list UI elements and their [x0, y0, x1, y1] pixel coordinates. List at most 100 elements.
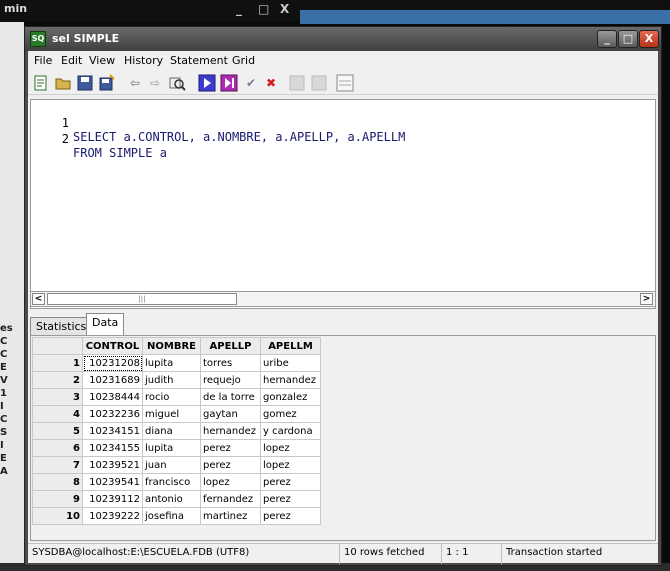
save-as-icon[interactable]: [98, 74, 116, 92]
table-cell-apellp[interactable]: perez: [200, 456, 261, 474]
column-header-apellp[interactable]: APELLP: [200, 337, 261, 355]
row-number: 8: [32, 473, 83, 491]
menu-history[interactable]: History: [124, 54, 163, 67]
table-cell-control[interactable]: 10234151: [82, 422, 143, 440]
background-close-icon: X: [280, 2, 290, 16]
background-maximize-icon: □: [258, 2, 270, 16]
menu-statement[interactable]: Statement: [170, 54, 228, 67]
table-row[interactable]: 3 10238444 rocio de la torre gonzalez: [32, 388, 321, 406]
table-cell-nombre[interactable]: antonio: [142, 490, 201, 508]
table-cell-apellp[interactable]: gaytan: [200, 405, 261, 423]
new-statement-icon[interactable]: [32, 74, 50, 92]
table-cell-nombre[interactable]: judith: [142, 371, 201, 389]
table-cell-apellm[interactable]: perez: [260, 490, 321, 508]
table-cell-control[interactable]: 10234155: [82, 439, 143, 457]
background-left-char: A: [0, 466, 8, 477]
table-cell-apellm[interactable]: gonzalez: [260, 388, 321, 406]
connection-status: SYSDBA@localhost:E:\ESCUELA.FDB (UTF8): [28, 544, 340, 564]
menu-grid[interactable]: Grid: [232, 54, 255, 67]
table-cell-apellm[interactable]: perez: [260, 473, 321, 491]
table-cell-apellp[interactable]: martinez: [200, 507, 261, 525]
transaction-status: Transaction started: [506, 547, 603, 558]
table-cell-apellp[interactable]: de la torre: [200, 388, 261, 406]
minimize-button[interactable]: _: [597, 30, 617, 48]
scroll-left-icon[interactable]: <: [32, 293, 45, 305]
find-icon[interactable]: [168, 74, 186, 92]
table-cell-control[interactable]: 10239521: [82, 456, 143, 474]
back-icon[interactable]: ⇦: [126, 74, 144, 92]
table-cell-nombre[interactable]: rocio: [142, 388, 201, 406]
result-tabs: Statistics Data: [30, 313, 656, 335]
table-cell-apellm[interactable]: gomez: [260, 405, 321, 423]
menu-view[interactable]: View: [89, 54, 115, 67]
background-left-char: 1: [0, 388, 7, 399]
table-cell-apellp[interactable]: hernandez: [200, 422, 261, 440]
table-row[interactable]: 1 10231208 lupita torres uribe: [32, 354, 321, 372]
table-row[interactable]: 5 10234151 diana hernandez y cardona: [32, 422, 321, 440]
save-icon[interactable]: [76, 74, 94, 92]
commit-icon[interactable]: ✔: [242, 74, 260, 92]
table-cell-nombre[interactable]: miguel: [142, 405, 201, 423]
table-cell-control[interactable]: 10231208: [82, 354, 143, 372]
cursor-position-status: 1 : 1: [442, 544, 502, 564]
table-cell-nombre[interactable]: lupita: [142, 439, 201, 457]
menu-file[interactable]: File: [34, 54, 52, 67]
table-row[interactable]: 10 10239222 josefina martinez perez: [32, 507, 321, 525]
disabled-icon[interactable]: [310, 74, 328, 92]
forward-icon[interactable]: ⇨: [146, 74, 164, 92]
table-row[interactable]: 4 10232236 miguel gaytan gomez: [32, 405, 321, 423]
column-header-nombre[interactable]: NOMBRE: [142, 337, 201, 355]
table-row[interactable]: 7 10239521 juan perez lopez: [32, 456, 321, 474]
execute-icon[interactable]: [198, 74, 216, 92]
table-cell-apellm[interactable]: y cardona: [260, 422, 321, 440]
data-grid[interactable]: CONTROL NOMBRE APELLP APELLM 1 10231208 lu…: [32, 337, 321, 525]
editor-horizontal-scrollbar[interactable]: < ||| >: [30, 291, 656, 307]
table-cell-control[interactable]: 10238444: [82, 388, 143, 406]
table-cell-apellm[interactable]: lopez: [260, 456, 321, 474]
rollback-icon[interactable]: ✖: [262, 74, 280, 92]
table-cell-apellp[interactable]: requejo: [200, 371, 261, 389]
background-left-char: S: [0, 427, 8, 438]
table-row[interactable]: 8 10239541 francisco lopez perez: [32, 473, 321, 491]
table-cell-nombre[interactable]: francisco: [142, 473, 201, 491]
table-cell-apellp[interactable]: perez: [200, 439, 261, 457]
column-header-apellm[interactable]: APELLM: [260, 337, 321, 355]
menu-edit[interactable]: Edit: [61, 54, 82, 67]
window-title: sel SIMPLE: [52, 32, 120, 45]
background-blue-strip: [300, 10, 670, 24]
close-button[interactable]: X: [639, 30, 659, 48]
scroll-right-icon[interactable]: >: [640, 293, 653, 305]
table-cell-apellm[interactable]: uribe: [260, 354, 321, 372]
scroll-thumb[interactable]: |||: [47, 293, 237, 305]
table-cell-nombre[interactable]: lupita: [142, 354, 201, 372]
table-cell-apellp[interactable]: fernandez: [200, 490, 261, 508]
table-cell-apellm[interactable]: hernandez: [260, 371, 321, 389]
table-row[interactable]: 9 10239112 antonio fernandez perez: [32, 490, 321, 508]
open-icon[interactable]: [54, 74, 72, 92]
table-cell-nombre[interactable]: juan: [142, 456, 201, 474]
text-view-icon[interactable]: [336, 74, 354, 92]
table-cell-apellp[interactable]: lopez: [200, 473, 261, 491]
tab-data[interactable]: Data: [86, 313, 125, 335]
table-cell-nombre[interactable]: josefina: [142, 507, 201, 525]
execute-step-icon[interactable]: [220, 74, 238, 92]
table-cell-apellm[interactable]: lopez: [260, 439, 321, 457]
background-left-char: es: [0, 323, 13, 334]
table-cell-control[interactable]: 10239541: [82, 473, 143, 491]
table-cell-nombre[interactable]: diana: [142, 422, 201, 440]
tab-statistics[interactable]: Statistics: [30, 317, 93, 335]
table-cell-apellm[interactable]: perez: [260, 507, 321, 525]
sql-editor[interactable]: 1 SELECT a.CONTROL, a.NOMBRE, a.APELLP, …: [30, 99, 656, 309]
maximize-button[interactable]: □: [618, 30, 638, 48]
table-cell-control[interactable]: 10239112: [82, 490, 143, 508]
table-row[interactable]: 2 10231689 judith requejo hernandez: [32, 371, 321, 389]
background-left-char: C: [0, 414, 8, 425]
column-header-control[interactable]: CONTROL: [82, 337, 143, 355]
disabled-icon[interactable]: [288, 74, 306, 92]
table-cell-control[interactable]: 10231689: [82, 371, 143, 389]
window-titlebar[interactable]: SQ sel SIMPLE _ □ X: [25, 27, 661, 51]
table-cell-control[interactable]: 10239222: [82, 507, 143, 525]
table-cell-control[interactable]: 10232236: [82, 405, 143, 423]
table-cell-apellp[interactable]: torres: [200, 354, 261, 372]
table-row[interactable]: 6 10234155 lupita perez lopez: [32, 439, 321, 457]
